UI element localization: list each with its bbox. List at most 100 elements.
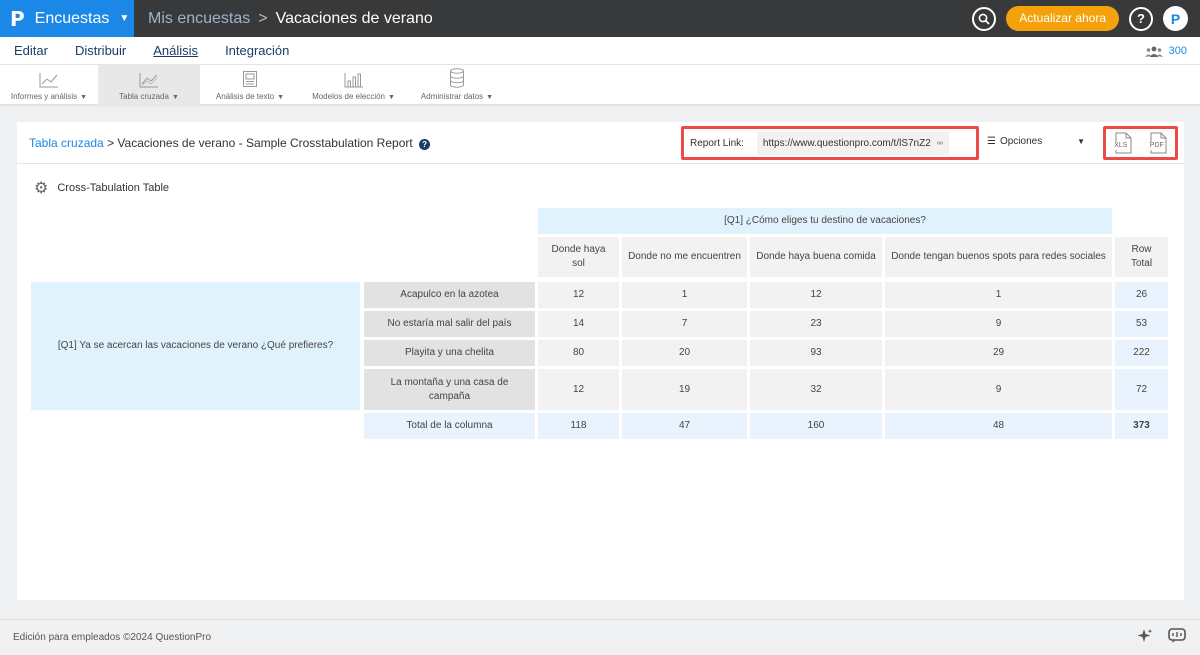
report-link-url: https://www.questionpro.com/t/lS7nZ2 [762, 137, 931, 149]
column-total-label: Total de la columna [364, 413, 535, 439]
options-dropdown[interactable]: ☰ Opciones ▼ [987, 136, 1085, 147]
caret-down-icon: ▼ [119, 13, 130, 24]
table-cell: 19 [622, 369, 747, 410]
table-cell: 9 [885, 311, 1112, 337]
respondents-count-value: 300 [1168, 45, 1187, 57]
crosstab-chart-icon [139, 73, 158, 88]
export-xls-label: XLS [1114, 142, 1128, 150]
chat-icon[interactable] [1167, 628, 1187, 644]
sparkle-icon[interactable] [1137, 628, 1153, 644]
section-title-text: Cross-Tabulation Table [57, 182, 170, 194]
column-total-cell: 48 [885, 413, 1112, 439]
respondents-count[interactable]: 300 [1144, 45, 1187, 57]
table-cell: 14 [538, 311, 619, 337]
search-icon [978, 13, 990, 25]
table-cell: 12 [750, 282, 882, 308]
breadcrumb-my-surveys[interactable]: Mis encuestas [148, 10, 250, 27]
breadcrumb-separator: > [258, 9, 268, 27]
search-button[interactable] [972, 6, 997, 31]
nav-distribuir[interactable]: Distribuir [75, 43, 126, 58]
export-xls-button[interactable]: XLS [1113, 132, 1133, 154]
caret-down-icon: ▼ [486, 94, 494, 101]
product-switcher[interactable]: P Encuestas ▼ [0, 0, 134, 37]
tool-analisis-texto-label: Análisis de texto [215, 92, 275, 101]
row-total-cell: 53 [1115, 311, 1168, 337]
crosstab-section-title: ⚙ Cross-Tabulation Table [34, 178, 169, 198]
product-name: Encuestas [34, 9, 110, 27]
table-cell: 1 [885, 282, 1112, 308]
report-link-label: Report Link: [690, 137, 744, 149]
tool-modelos-eleccion[interactable]: Modelos de elección ▼ [300, 65, 407, 105]
caret-down-icon: ▼ [277, 94, 285, 101]
table-cell: 80 [538, 340, 619, 366]
nav-integracion[interactable]: Integración [225, 43, 289, 58]
card-header: Tabla cruzada > Vacaciones de verano - S… [17, 122, 1184, 164]
caret-down-icon: ▼ [80, 94, 88, 101]
report-title: Vacaciones de verano - Sample Crosstabul… [117, 136, 413, 150]
link-icon[interactable] [936, 138, 943, 148]
questionpro-logo: P [10, 6, 25, 31]
table-cell: 7 [622, 311, 747, 337]
analysis-toolbar: Informes y análisis ▼ Tabla cruzada ▼ Anál… [0, 65, 1200, 105]
help-button[interactable]: ? [1129, 6, 1153, 31]
options-label: Opciones [999, 136, 1043, 147]
table-cell: 29 [885, 340, 1112, 366]
line-chart-icon [39, 73, 58, 88]
caret-down-icon: ▼ [388, 94, 395, 101]
tool-analisis-texto[interactable]: Análisis de texto ▼ [200, 65, 300, 105]
nav-analisis[interactable]: Análisis [153, 43, 198, 58]
report-link-url-field[interactable]: https://www.questionpro.com/t/lS7nZ2 [756, 131, 949, 155]
gear-icon[interactable]: ⚙ [34, 178, 48, 198]
breadcrumb-current-survey: Vacaciones de verano [275, 9, 433, 27]
column-header: Donde no me encuentren [622, 237, 747, 277]
report-link-box: Report Link: https://www.questionpro.com… [681, 126, 979, 160]
tool-administrar-datos[interactable]: Administrar datos ▼ [407, 65, 507, 105]
breadcrumb: Mis encuestas > Vacaciones de verano [148, 10, 433, 28]
table-cell: 93 [750, 340, 882, 366]
upgrade-button[interactable]: Actualizar ahora [1006, 6, 1119, 31]
help-icon[interactable]: ? [419, 139, 431, 150]
row-label: Acapulco en la azotea [364, 282, 535, 308]
table-cell: 20 [622, 340, 747, 366]
tool-informes[interactable]: Informes y análisis ▼ [0, 65, 98, 105]
caret-down-icon: ▼ [171, 94, 179, 101]
breadcrumb-separator: > [107, 136, 115, 150]
crosstab-report-card: Tabla cruzada > Vacaciones de verano - S… [17, 122, 1184, 600]
row-label: La montaña y una casa de campaña [364, 369, 535, 410]
tool-informes-label: Informes y análisis [10, 92, 78, 101]
nav-editar[interactable]: Editar [14, 43, 48, 58]
column-header: Donde haya buena comida [750, 237, 882, 277]
column-header: Donde tengan buenos spots para redes soc… [885, 237, 1112, 277]
footer-actions [1137, 628, 1187, 644]
export-buttons: XLS PDF [1103, 126, 1178, 160]
text-analysis-icon [243, 71, 257, 87]
column-question-header: [Q1] ¿Cómo eliges tu destino de vacacion… [538, 208, 1112, 234]
column-total-cell: 118 [538, 413, 619, 439]
list-icon: ☰ [987, 136, 996, 147]
table-cell: 23 [750, 311, 882, 337]
report-breadcrumb: Tabla cruzada > Vacaciones de verano - S… [29, 136, 431, 150]
breadcrumb-tabla-cruzada[interactable]: Tabla cruzada [29, 136, 104, 150]
column-total-cell: 47 [622, 413, 747, 439]
tool-tabla-cruzada-label: Tabla cruzada [119, 92, 169, 101]
row-total-cell: 26 [1115, 282, 1168, 308]
grand-total-cell: 373 [1115, 413, 1168, 439]
profile-avatar[interactable]: P [1163, 6, 1188, 31]
footer: Edición para empleados ©2024 QuestionPro [0, 619, 1200, 655]
footer-copyright: Edición para empleados ©2024 QuestionPro [13, 632, 212, 643]
tool-tabla-cruzada[interactable]: Tabla cruzada ▼ [98, 65, 200, 105]
tool-administrar-datos-label: Administrar datos [420, 92, 484, 101]
table-cell: 32 [750, 369, 882, 410]
row-question-header: [Q1] Ya se acercan las vacaciones de ver… [31, 282, 360, 410]
caret-down-icon: ▼ [1077, 137, 1085, 146]
database-icon [450, 68, 464, 88]
tool-modelos-eleccion-label: Modelos de elección [312, 92, 385, 101]
row-total-cell: 222 [1115, 340, 1168, 366]
export-pdf-button[interactable]: PDF [1148, 132, 1168, 154]
column-total-cell: 160 [750, 413, 882, 439]
row-label: No estaría mal salir del país [364, 311, 535, 337]
table-cell: 9 [885, 369, 1112, 410]
row-label: Playita y una chelita [364, 340, 535, 366]
top-right-actions: Actualizar ahora ? P [972, 6, 1188, 31]
bar-chart-icon [344, 73, 363, 88]
